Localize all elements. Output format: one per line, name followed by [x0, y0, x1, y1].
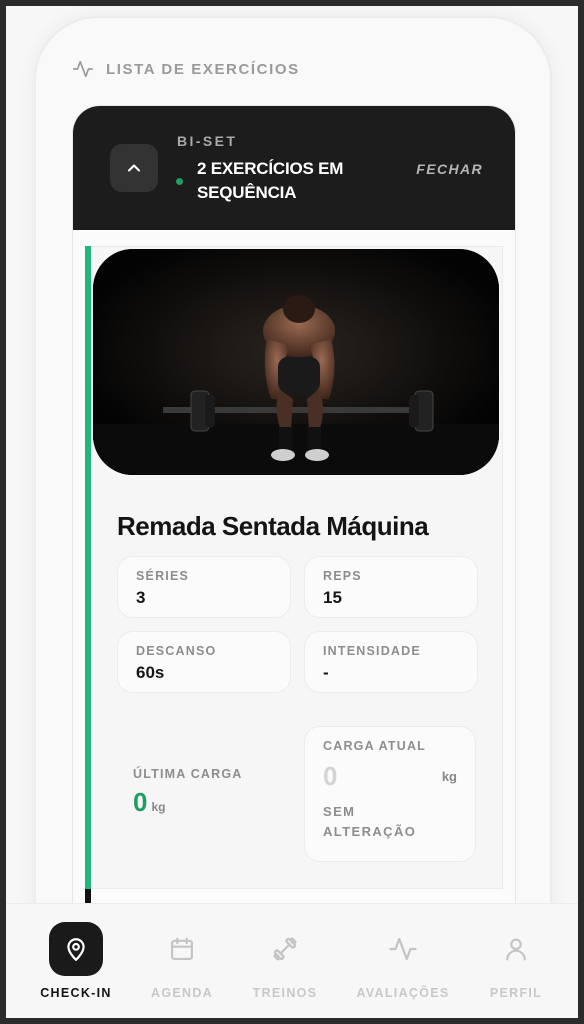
nav-check-in[interactable]: CHECK-IN — [26, 922, 126, 1012]
collapse-button[interactable] — [110, 144, 158, 192]
map-pin-icon — [49, 922, 103, 976]
stat-value: 3 — [136, 588, 146, 607]
close-button[interactable]: FECHAR — [416, 161, 483, 177]
stat-intensity: INTENSIDADE - — [304, 631, 478, 693]
nav-label: AGENDA — [151, 986, 213, 1000]
section-title: LISTA DE EXERCÍCIOS — [106, 60, 300, 78]
user-icon — [489, 922, 543, 976]
biset-header: BI-SET 2 EXERCÍCIOS EM SEQUÊNCIA FECHAR — [73, 106, 515, 230]
nav-label: AVALIAÇÕES — [356, 986, 450, 1000]
nav-treinos[interactable]: TREINOS — [235, 922, 335, 1012]
nav-agenda[interactable]: AGENDA — [132, 922, 232, 1012]
last-load-unit: kg — [151, 800, 166, 814]
nav-avaliacoes[interactable]: AVALIAÇÕES — [353, 922, 453, 1012]
stat-label: REPS — [323, 569, 362, 583]
stat-value: 15 — [323, 588, 342, 607]
group-description: 2 EXERCÍCIOS EM SEQUÊNCIA — [197, 159, 344, 202]
stat-reps: REPS 15 — [304, 556, 478, 618]
activity-icon — [73, 60, 93, 78]
nav-label: TREINOS — [252, 986, 318, 1000]
last-load-label: ÚLTIMA CARGA — [133, 767, 243, 781]
stat-value: - — [323, 663, 329, 682]
bottom-navigation: CHECK-IN AGENDA TREINOS AVALIAÇÕES PERFI… — [6, 903, 578, 1018]
nav-label: CHECK-IN — [40, 986, 112, 1000]
stat-rest: DESCANSO 60s — [117, 631, 291, 693]
stat-label: DESCANSO — [136, 644, 217, 658]
last-load-value: 0 — [133, 787, 148, 817]
last-load: ÚLTIMA CARGA 0 kg — [133, 767, 243, 818]
activity-icon — [376, 922, 430, 976]
exercise-photo — [93, 249, 499, 475]
nav-label: PERFIL — [489, 986, 543, 1000]
stat-series: SÉRIES 3 — [117, 556, 291, 618]
biset-card: BI-SET 2 EXERCÍCIOS EM SEQUÊNCIA FECHAR — [72, 105, 516, 1005]
current-load-unit: kg — [441, 769, 457, 784]
chevron-up-icon — [128, 164, 140, 172]
exercise-name: Remada Sentada Máquina — [117, 511, 429, 541]
nav-perfil[interactable]: PERFIL — [466, 922, 566, 1012]
group-type-label: BI-SET — [177, 133, 238, 149]
stat-label: SÉRIES — [136, 569, 190, 583]
stat-label: INTENSIDADE — [323, 644, 421, 658]
app-screen: LISTA DE EXERCÍCIOS BI-SET 2 EXERCÍCIOS … — [6, 6, 578, 1018]
status-dot — [176, 178, 183, 185]
dumbbell-icon — [258, 922, 312, 976]
current-load-box: CARGA ATUAL kg SEM ALTERAÇÃO — [304, 726, 476, 862]
stat-value: 60s — [136, 663, 165, 682]
current-load-label: CARGA ATUAL — [323, 739, 427, 753]
load-change-status: SEM ALTERAÇÃO — [323, 804, 417, 839]
current-load-input[interactable] — [323, 761, 403, 792]
calendar-icon — [155, 922, 209, 976]
section-header: LISTA DE EXERCÍCIOS — [72, 52, 300, 86]
sequence-accent-bar — [85, 246, 91, 889]
